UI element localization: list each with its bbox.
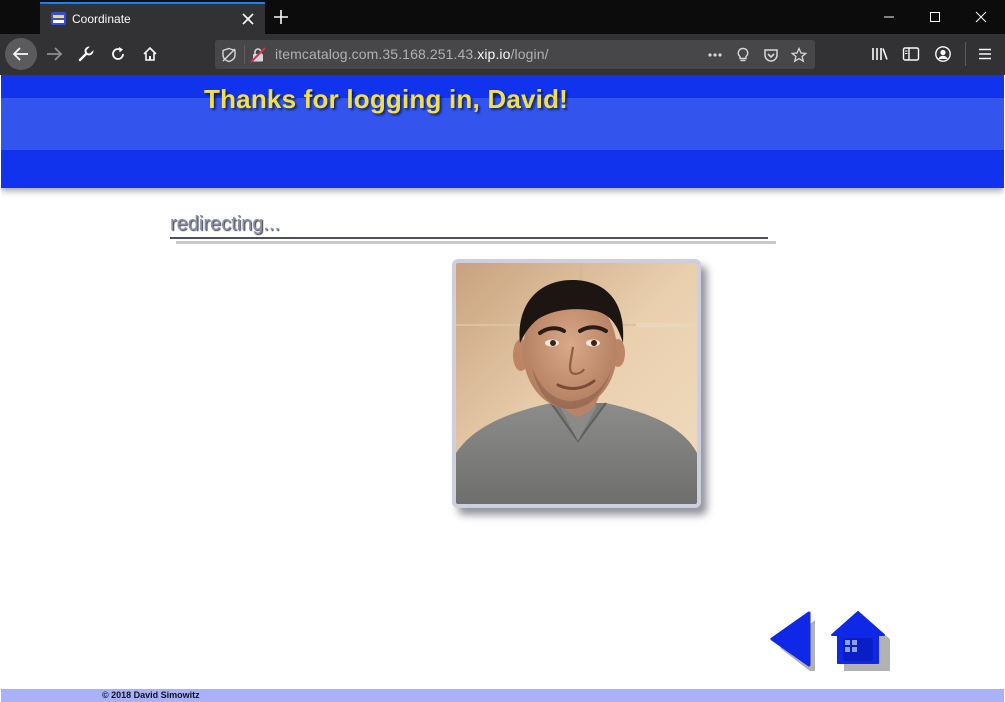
copyright-footer: © 2018 David Simowitz <box>102 690 200 700</box>
pocket-button[interactable] <box>762 46 780 64</box>
profile-photo-image <box>456 263 697 504</box>
reader-tips-button[interactable] <box>734 46 752 64</box>
maximize-button[interactable] <box>912 0 958 34</box>
url-path: /login/ <box>510 46 549 62</box>
house-icon <box>831 611 885 664</box>
header-banner: Thanks for logging in, David! <box>1 75 1004 188</box>
tab-title: Coordinate <box>72 12 131 26</box>
user-profile-photo <box>452 259 701 508</box>
tab-strip: Coordinate <box>0 0 1005 34</box>
back-button[interactable] <box>5 38 37 70</box>
home-button[interactable] <box>134 38 166 70</box>
back-page-button[interactable] <box>769 611 817 671</box>
divider <box>170 237 768 239</box>
page-content: Thanks for logging in, David! redirectin… <box>1 75 1004 702</box>
urlbar-separator <box>244 45 245 64</box>
home-icon <box>143 46 157 61</box>
account-button[interactable] <box>933 44 953 64</box>
sidebar-icon <box>902 47 920 61</box>
toolbar-separator <box>965 42 966 66</box>
url-prefix: itemcatalog.com.35.168.251.43. <box>275 46 478 62</box>
home-page-button[interactable] <box>831 611 891 671</box>
url-domain: xip.io <box>477 46 511 62</box>
left-arrow-icon <box>770 611 811 667</box>
navigation-toolbar: itemcatalog.com.35.168.251.43.xip.io/log… <box>0 34 1005 75</box>
bookmark-button[interactable] <box>790 46 808 64</box>
site-identity-button[interactable] <box>249 46 267 64</box>
page-heading: Thanks for logging in, David! <box>204 84 569 114</box>
pocket-icon <box>764 49 778 62</box>
new-tab-button[interactable] <box>272 8 290 26</box>
forward-arrow-icon <box>47 47 63 61</box>
reload-icon <box>112 47 124 60</box>
minimize-button[interactable] <box>866 0 912 34</box>
open-menu-button[interactable] <box>975 44 995 64</box>
close-window-button[interactable] <box>958 0 1004 34</box>
browser-window: Coordinate itemcatalog.com.35.168.251.43… <box>0 0 1005 702</box>
library-icon <box>872 48 888 60</box>
tab-coordinate[interactable]: Coordinate <box>40 2 265 34</box>
redirect-status: redirecting... <box>170 213 281 235</box>
wrench-icon <box>78 46 94 62</box>
back-arrow-icon <box>12 47 28 61</box>
library-button[interactable] <box>870 44 890 64</box>
lightbulb-icon <box>737 47 749 62</box>
account-icon <box>935 46 951 62</box>
tracking-protection-button[interactable] <box>220 46 238 64</box>
insecure-lock-icon <box>250 47 266 63</box>
page-actions-button[interactable] <box>706 46 724 64</box>
reload-button[interactable] <box>102 38 134 70</box>
customize-wrench-button[interactable] <box>70 38 102 70</box>
divider-shadow <box>176 241 776 244</box>
url-text[interactable]: itemcatalog.com.35.168.251.43.xip.io/log… <box>275 46 549 62</box>
address-bar[interactable]: itemcatalog.com.35.168.251.43.xip.io/log… <box>215 40 815 69</box>
page-actions-icon <box>708 53 722 57</box>
sidebars-button[interactable] <box>901 44 921 64</box>
menu-icon <box>979 48 991 60</box>
bookmark-star-icon <box>791 47 807 63</box>
tracking-protection-icon <box>222 47 236 63</box>
maximize-icon <box>930 12 940 22</box>
close-tab-icon[interactable] <box>240 11 256 27</box>
minimize-icon <box>884 16 894 18</box>
site-favicon-icon <box>51 12 66 25</box>
close-icon <box>975 11 987 23</box>
forward-button[interactable] <box>38 38 70 70</box>
